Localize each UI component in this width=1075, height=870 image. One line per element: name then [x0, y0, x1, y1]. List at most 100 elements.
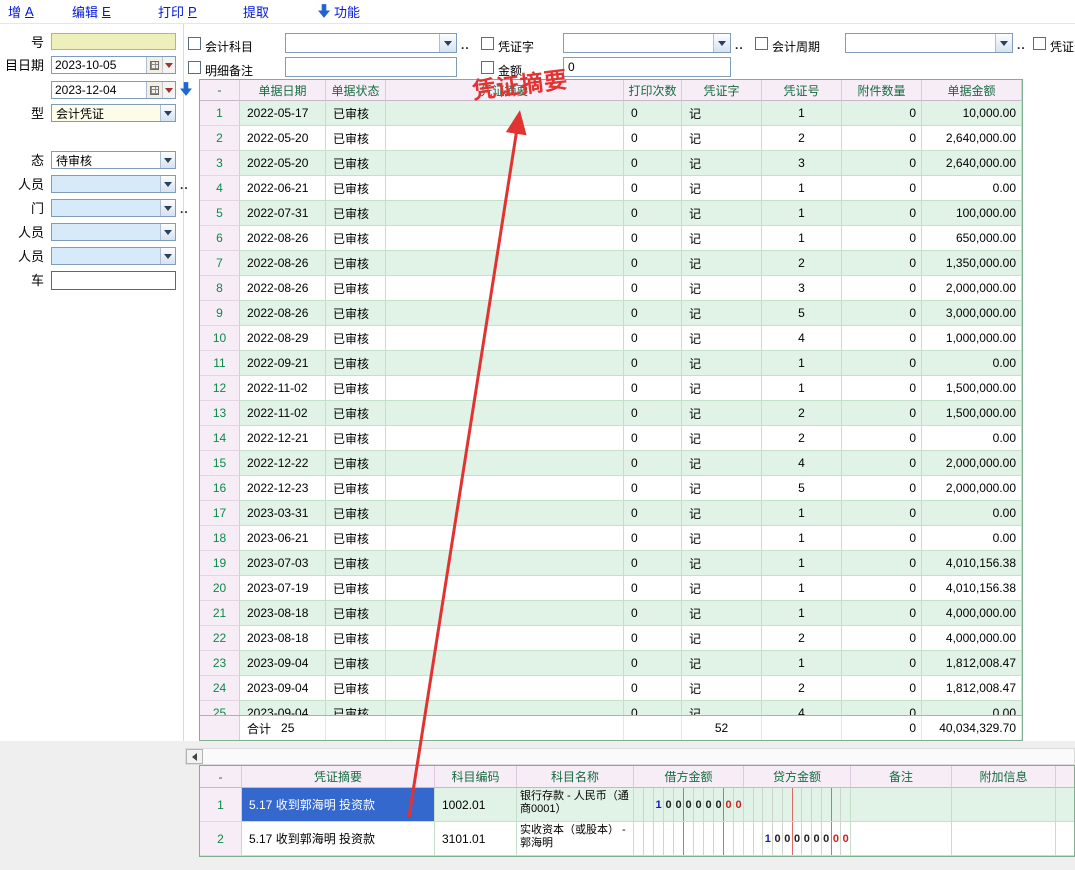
edit-button[interactable]: 编辑E	[72, 2, 111, 20]
voucher-row[interactable]: 142022-12-21已审核0记200.00	[200, 426, 1022, 451]
detail-col-header[interactable]: 当	[1056, 766, 1075, 788]
summary-cell[interactable]: 5.17 收到郭海明 投资款	[242, 822, 435, 856]
detail-col-header[interactable]: 科目名称	[517, 766, 634, 788]
voucher-row[interactable]: 182023-06-21已审核0记100.00	[200, 526, 1022, 551]
person-select-2[interactable]	[51, 223, 176, 241]
detail-note-input[interactable]	[285, 57, 457, 77]
account-subject-checkbox[interactable]	[188, 37, 201, 50]
scroll-left-button[interactable]	[186, 749, 203, 764]
calendar-icon[interactable]	[146, 57, 162, 73]
dropdown-button[interactable]	[160, 200, 175, 216]
entry-row[interactable]: 15.17 收到郭海明 投资款1002.01银行存款 - 人民币（通商0001）…	[200, 788, 1075, 822]
doc-no-input[interactable]	[51, 33, 176, 50]
voucher-row[interactable]: 252023-09-04已审核0记400.00	[200, 701, 1022, 715]
main-col-header[interactable]: 打印次数	[624, 80, 682, 101]
voucher-row[interactable]: 92022-08-26已审核0记503,000,000.00	[200, 301, 1022, 326]
apply-date-icon[interactable]	[180, 82, 192, 99]
detail-col-header[interactable]: 附加信息	[952, 766, 1056, 788]
debit-amount-cell[interactable]: 100000000	[634, 788, 744, 822]
voucher-row[interactable]: 32022-05-20已审核0记302,640,000.00	[200, 151, 1022, 176]
voucher-row[interactable]: 112022-09-21已审核0记100.00	[200, 351, 1022, 376]
entry-row[interactable]: 25.17 收到郭海明 投资款3101.01实收资本（或股本） - 郭海明100…	[200, 822, 1075, 856]
main-col-header[interactable]: 单据日期	[240, 80, 326, 101]
add-button[interactable]: 增A	[8, 2, 34, 20]
audit-status-select[interactable]: 待审核	[51, 151, 176, 169]
summary-cell[interactable]: 5.17 收到郭海明 投资款	[242, 788, 435, 822]
main-col-header[interactable]: 凭证号	[762, 80, 842, 101]
clipped-cell[interactable]	[1056, 788, 1075, 822]
account-code-cell[interactable]: 3101.01	[435, 822, 517, 856]
voucher-row[interactable]: 132022-11-02已审核0记201,500,000.00	[200, 401, 1022, 426]
voucher-word-select[interactable]	[563, 33, 731, 53]
date-from-dropdown-button[interactable]	[162, 57, 175, 73]
credit-amount-cell[interactable]	[744, 788, 851, 822]
browse-dots[interactable]: ..	[1017, 38, 1026, 52]
voucher-row[interactable]: 62022-08-26已审核0记10650,000.00	[200, 226, 1022, 251]
voucher-row[interactable]: 122022-11-02已审核0记101,500,000.00	[200, 376, 1022, 401]
detail-col-header[interactable]: 借方金额	[634, 766, 744, 788]
main-col-header[interactable]: 凭证字	[682, 80, 762, 101]
print-button[interactable]: 打印P	[158, 2, 197, 20]
note-cell[interactable]	[851, 788, 952, 822]
browse-dots[interactable]: ..	[180, 178, 189, 192]
amount-input[interactable]: 0	[563, 57, 731, 77]
accounting-period-checkbox[interactable]	[755, 37, 768, 50]
voucher-row[interactable]: 52022-07-31已审核0记10100,000.00	[200, 201, 1022, 226]
voucher-row[interactable]: 12022-05-17已审核0记1010,000.00	[200, 101, 1022, 126]
detail-col-header[interactable]: -	[200, 766, 242, 788]
browse-dots[interactable]: ..	[735, 38, 744, 52]
detail-col-header[interactable]: 贷方金额	[744, 766, 851, 788]
voucher-type-select[interactable]: 会计凭证	[51, 104, 176, 122]
keyword-input[interactable]	[51, 271, 176, 290]
date-to-dropdown-button[interactable]	[162, 82, 175, 98]
voucher-row[interactable]: 22022-05-20已审核0记202,640,000.00	[200, 126, 1022, 151]
dropdown-button[interactable]	[160, 105, 175, 121]
voucher-row[interactable]: 222023-08-18已审核0记204,000,000.00	[200, 626, 1022, 651]
extract-button[interactable]: 提取	[243, 2, 269, 20]
voucher-row[interactable]: 212023-08-18已审核0记104,000,000.00	[200, 601, 1022, 626]
dropdown-button[interactable]	[160, 152, 175, 168]
dropdown-button[interactable]	[995, 34, 1012, 52]
detail-col-header[interactable]: 备注	[851, 766, 952, 788]
main-col-header[interactable]: -	[200, 80, 240, 101]
dropdown-button[interactable]	[160, 224, 175, 240]
person-select-1[interactable]	[51, 175, 176, 193]
voucher-row[interactable]: 162022-12-23已审核0记502,000,000.00	[200, 476, 1022, 501]
horizontal-scrollbar[interactable]	[185, 748, 1075, 765]
browse-dots[interactable]: ..	[180, 202, 189, 216]
account-name-cell[interactable]: 银行存款 - 人民币（通商0001）	[517, 788, 634, 822]
clipped-cell[interactable]	[1056, 822, 1075, 856]
voucher-row[interactable]: 42022-06-21已审核0记100.00	[200, 176, 1022, 201]
main-col-header[interactable]: 单据金额	[922, 80, 1022, 101]
dropdown-button[interactable]	[160, 248, 175, 264]
voucher-row[interactable]: 192023-07-03已审核0记104,010,156.38	[200, 551, 1022, 576]
date-to-input[interactable]: 2023-12-04	[51, 81, 176, 99]
note-cell[interactable]	[851, 822, 952, 856]
department-select[interactable]	[51, 199, 176, 217]
main-col-header[interactable]: 凭证摘要	[386, 80, 624, 101]
detail-col-header[interactable]: 凭证摘要	[242, 766, 435, 788]
debit-amount-cell[interactable]	[634, 822, 744, 856]
voucher-row[interactable]: 172023-03-31已审核0记100.00	[200, 501, 1022, 526]
voucher-no-checkbox[interactable]	[1033, 37, 1046, 50]
voucher-row[interactable]: 82022-08-26已审核0记302,000,000.00	[200, 276, 1022, 301]
dropdown-button[interactable]	[160, 176, 175, 192]
voucher-row[interactable]: 232023-09-04已审核0记101,812,008.47	[200, 651, 1022, 676]
dropdown-button[interactable]	[439, 34, 456, 52]
main-col-header[interactable]: 单据状态	[326, 80, 386, 101]
person-select-3[interactable]	[51, 247, 176, 265]
voucher-row[interactable]: 242023-09-04已审核0记201,812,008.47	[200, 676, 1022, 701]
main-col-header[interactable]: 附件数量	[842, 80, 922, 101]
amount-checkbox[interactable]	[481, 61, 494, 74]
detail-note-checkbox[interactable]	[188, 61, 201, 74]
dropdown-button[interactable]	[713, 34, 730, 52]
accounting-period-select[interactable]	[845, 33, 1013, 53]
detail-col-header[interactable]: 科目编码	[435, 766, 517, 788]
function-button[interactable]: 功能	[318, 2, 360, 20]
voucher-row[interactable]: 152022-12-22已审核0记402,000,000.00	[200, 451, 1022, 476]
voucher-row[interactable]: 72022-08-26已审核0记201,350,000.00	[200, 251, 1022, 276]
account-code-cell[interactable]: 1002.01	[435, 788, 517, 822]
extra-info-cell[interactable]	[952, 788, 1056, 822]
credit-amount-cell[interactable]: 100000000	[744, 822, 851, 856]
browse-dots[interactable]: ..	[461, 38, 470, 52]
